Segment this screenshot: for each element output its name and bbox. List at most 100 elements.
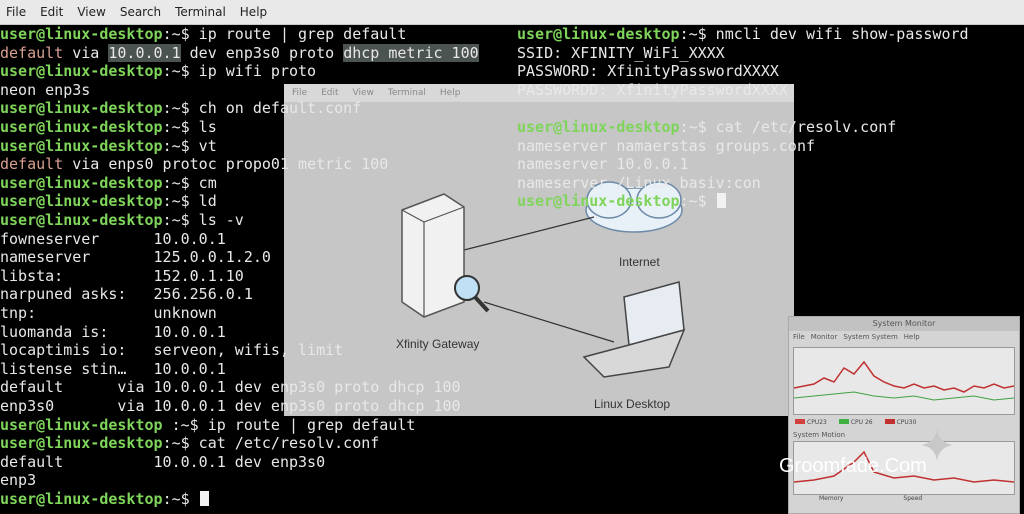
terminal-line: user@linux-desktop:~$ ls	[0, 118, 217, 136]
command-text: :~$ ld	[162, 192, 217, 211]
terminal-line: default 10.0.0.1 dev enp3s0	[0, 453, 325, 471]
command-text: :~$ ls	[162, 118, 217, 136]
output-text: PASSWORD: XfinityPasswordXXXX	[517, 62, 779, 81]
output-text: libsta: 152.0.1.10	[0, 266, 244, 285]
output-text: locaptimis io: serveon, wifis, limit	[0, 341, 344, 360]
legend-label: CPU23	[807, 418, 827, 426]
shell-prompt: user@linux-desktop	[0, 118, 163, 136]
command-text: :~$	[679, 192, 716, 211]
terminal-menubar: File Edit View Search Terminal Help	[0, 0, 1024, 25]
shell-prompt: user@linux-desktop	[0, 62, 163, 81]
terminal-line: nameserver 125.0.0.1.2.0	[0, 248, 271, 266]
shell-prompt: user@linux-desktop	[0, 434, 163, 453]
output-text: default via 10.0.0.1 dev enp3s0 proto dh…	[0, 378, 461, 397]
diagram-menu-edit: Edit	[321, 88, 339, 98]
terminal-line: user@linux-desktop:~$	[517, 192, 726, 210]
cpu-legend: CPU23 CPU 26 CPU30	[795, 417, 1015, 427]
output-text: listense stin… 10.0.0.1	[0, 359, 226, 378]
menu-help[interactable]: Help	[233, 5, 274, 19]
terminal-line: nameserver /Linux basiv:con	[517, 174, 761, 192]
legend-label: CPU 26	[850, 418, 873, 426]
command-text: :~$	[162, 490, 199, 508]
sysmon-menu-item: Help	[903, 333, 920, 341]
shell-prompt: user@linux-desktop	[517, 118, 680, 136]
legend-entry: CPU23	[795, 418, 827, 426]
internet-label: Internet	[619, 255, 660, 269]
command-text: :~$ ip wifi proto	[162, 62, 317, 81]
menu-terminal[interactable]: Terminal	[168, 5, 233, 19]
shell-prompt: user@linux-desktop	[0, 99, 163, 118]
text-cursor	[716, 193, 726, 209]
terminal-line: default via 10.0.0.1 dev enp3s0 proto dh…	[0, 43, 479, 62]
desktop-label: Linux Desktop	[594, 397, 670, 411]
shell-prompt: user@linux-desktop	[0, 136, 163, 155]
shell-prompt: user@linux-desktop	[517, 25, 680, 43]
terminal-line: default via 10.0.0.1 dev enp3s0 proto dh…	[0, 378, 461, 396]
output-text: default 10.0.0.1 dev enp3s0	[0, 452, 326, 471]
terminal-line: user@linux-desktop:~$	[0, 490, 209, 508]
menu-file[interactable]: File	[0, 5, 33, 19]
terminal-line: enp3s0 via 10.0.0.1 dev enp3s0 proto dhc…	[0, 397, 461, 415]
terminal-line: libsta: 152.0.1.10	[0, 267, 244, 285]
legend-label: CPU30	[896, 418, 917, 426]
watermark-text: Groomfade.Com	[779, 455, 927, 477]
terminal-line: nameserver namaerstas groups.conf	[517, 137, 815, 155]
cpu-history-graph	[793, 347, 1015, 415]
output-text: nameserver /Linux basiv:con	[517, 173, 761, 192]
memory-label: Memory	[819, 495, 844, 502]
sysmon-menu-item: System System	[843, 333, 898, 341]
command-text: :~$ cm	[162, 173, 217, 192]
system-monitor-title: System Monitor	[789, 317, 1019, 331]
system-monitor-footer: Memory Speed	[819, 495, 922, 502]
terminal-line: user@linux-desktop:~$ ip wifi proto	[0, 62, 316, 80]
terminal-line: enp3	[0, 471, 36, 489]
diagram-menu-file: File	[292, 88, 308, 98]
speed-label: Speed	[903, 495, 923, 502]
gateway-router-icon	[401, 193, 465, 318]
terminal-line: neon enp3s	[0, 81, 90, 99]
diagram-menu-terminal: Terminal	[387, 88, 426, 98]
diagram-menu-view: View	[352, 88, 374, 98]
terminal-line: listense stin… 10.0.0.1	[0, 360, 226, 378]
output-text: neon enp3s	[0, 80, 91, 99]
output-text: enp3	[0, 471, 37, 490]
shell-prompt: user@linux-desktop	[517, 192, 680, 211]
menu-view[interactable]: View	[70, 5, 112, 19]
menu-search[interactable]: Search	[113, 5, 168, 19]
output-text: nameserver namaerstas groups.conf	[517, 136, 816, 155]
route-segment: dhcp metric 100	[343, 43, 479, 62]
terminal-line: locaptimis io: serveon, wifis, limit	[0, 341, 343, 359]
terminal-line: nameserver 10.0.0.1	[517, 155, 689, 173]
terminal-line: user@linux-desktop:~$ nmcli dev wifi sho…	[517, 25, 969, 43]
system-monitor-menu: File Monitor System System Help	[789, 331, 1019, 343]
shell-prompt: user@linux-desktop	[0, 490, 163, 508]
command-text: :~$ nmcli dev wifi show-password	[679, 25, 969, 43]
terminal-line: user@linux-desktop:~$ cat /etc/resolv.co…	[0, 434, 379, 452]
output-text: fowneserver 10.0.0.1	[0, 229, 226, 248]
system-monitor-window: System Monitor File Monitor System System H…	[788, 316, 1020, 514]
legend-swatch	[795, 418, 805, 424]
diagram-menu-help: Help	[439, 88, 461, 98]
menu-edit[interactable]: Edit	[33, 5, 70, 19]
terminal-line: user@linux-desktop:~$ ch on default.conf	[0, 99, 361, 117]
legend-swatch	[884, 418, 895, 424]
command-text: :~$ ip route | grep default	[162, 415, 416, 434]
terminal-line: PASSWORDD: XfinityPasswordXXXX	[517, 81, 788, 99]
output-text: narpuned asks: 256.256.0.1	[0, 285, 253, 304]
output-text: nameserver 125.0.0.1.2.0	[0, 248, 271, 267]
terminal-line: tnp: unknown	[0, 304, 217, 322]
command-text: :~$ ch on default.conf	[162, 99, 362, 118]
terminal-line: user@linux-desktop:~$ vt	[0, 137, 217, 155]
terminal-line: luomanda is: 10.0.0.1	[0, 323, 226, 341]
command-text: :~$ cat /etc/resolv.conf	[679, 118, 897, 136]
gateway-label: Xfinity Gateway	[396, 337, 479, 351]
output-text: PASSWORDD: XfinityPasswordXXXX	[517, 80, 788, 99]
legend-entry: CPU 26	[838, 418, 873, 426]
terminal-line: user@linux-desktop:~$ cm	[0, 174, 217, 192]
terminal-line: user@linux-desktop:~$ ls -v	[0, 211, 244, 229]
output-text: enp3s0 via 10.0.0.1 dev enp3s0 proto dhc…	[0, 397, 461, 415]
route-segment: via enps0 protoc propo01 metric 100	[63, 155, 389, 174]
route-segment: default	[0, 43, 64, 62]
terminal-line: user@linux-desktop :~$ ip route | grep d…	[0, 416, 415, 434]
sysmon-menu-item: Monitor	[810, 333, 838, 341]
